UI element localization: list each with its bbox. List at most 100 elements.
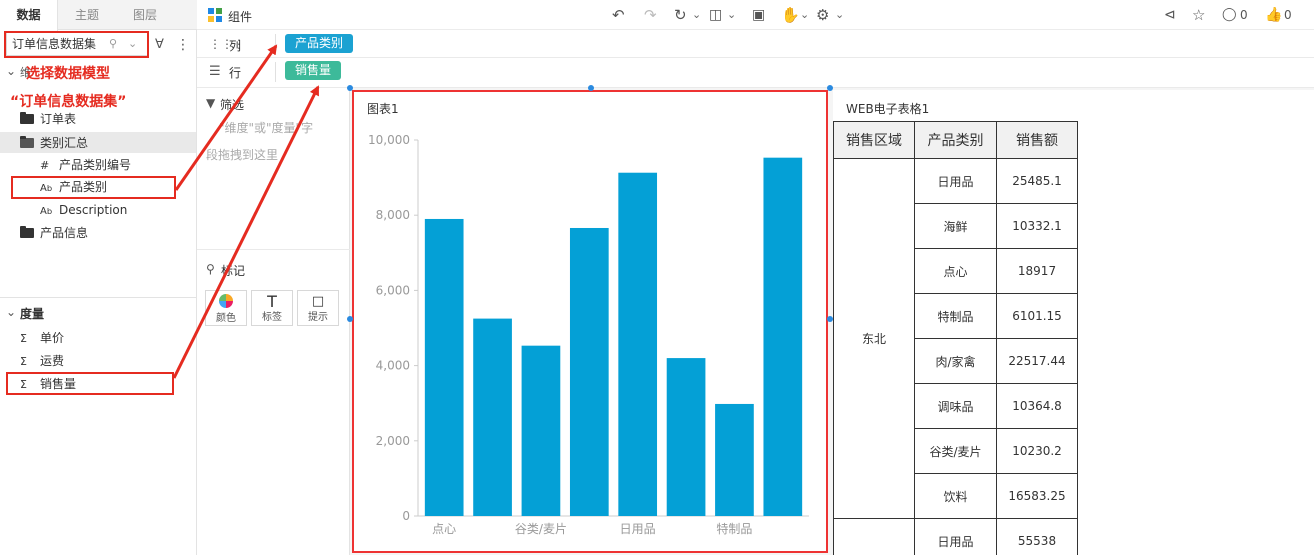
mark-color-button[interactable]: 颜色 [205, 290, 247, 326]
x-tick-label: 日用品 [620, 522, 656, 536]
amount-cell[interactable]: 10332.1 [996, 203, 1078, 249]
amount-cell[interactable]: 10364.8 [996, 383, 1078, 429]
like-icon[interactable]: 👍 [1265, 6, 1282, 24]
amount-cell[interactable]: 6101.15 [996, 293, 1078, 339]
tree-item-product-info[interactable]: 产品信息 [20, 224, 88, 242]
header-region[interactable]: 销售区域 [833, 121, 915, 159]
filter-hint-line1: "维度"或"度量"字 [219, 121, 314, 135]
folder-icon [20, 226, 34, 238]
annotation-select-model: 选择数据模型 [26, 66, 110, 82]
chevron-down-icon[interactable]: ⌄ [727, 8, 736, 22]
bar[interactable] [424, 218, 464, 516]
bar[interactable] [473, 318, 512, 516]
tree-item-label: 产品类别编号 [59, 158, 132, 172]
save-icon[interactable]: ◫ [709, 6, 722, 24]
undo-icon[interactable]: ↶ [612, 6, 625, 24]
bar[interactable] [763, 157, 803, 516]
share-icon[interactable]: ⊲ [1164, 6, 1176, 24]
highlight-category [11, 176, 176, 199]
category-cell[interactable]: 海鲜 [914, 203, 997, 249]
category-cell[interactable]: 调味品 [914, 383, 997, 429]
rows-pill-sales-qty[interactable]: 销售量 [285, 61, 342, 80]
y-tick-label: 0 [402, 509, 410, 523]
star-icon[interactable]: ☆ [1192, 6, 1205, 24]
tab-data[interactable]: 数据 [0, 0, 58, 31]
amount-cell[interactable]: 10230.2 [996, 428, 1078, 474]
tree-item-orders[interactable]: 订单表 [20, 110, 76, 128]
web-table-card[interactable]: WEB电子表格1 销售区域 产品类别 销售额 东北 日用品 25485.1 海鲜 103… [833, 90, 1314, 555]
components-label[interactable]: 组件 [228, 8, 252, 25]
comment-icon[interactable]: ◯ [1222, 6, 1237, 24]
text-icon: T [267, 292, 277, 311]
measures-title: 度量 [20, 307, 45, 321]
filter-fields-icon[interactable]: ∀ [155, 34, 164, 56]
bar[interactable] [666, 358, 706, 516]
category-cell[interactable]: 特制品 [914, 293, 997, 339]
bar[interactable] [715, 403, 754, 516]
region-cell[interactable] [833, 518, 915, 555]
header-category[interactable]: 产品类别 [914, 121, 997, 159]
tree-item-category-id[interactable]: # 产品类别编号 [40, 156, 131, 175]
amount-cell[interactable]: 16583.25 [996, 473, 1078, 519]
mark-tooltip-button[interactable]: □ 提示 [297, 290, 339, 326]
mark-label-label: 标签 [262, 312, 282, 323]
measure-toggle[interactable]: ⌄ [6, 303, 16, 321]
resize-handle-top-left[interactable] [347, 85, 353, 91]
chart-card[interactable]: 图表1 0 2,000 4,000 6,000 8,000 10,000 点心 谷类/麦片 日用… [352, 90, 828, 553]
region-cell[interactable]: 东北 [833, 158, 915, 519]
amount-cell[interactable]: 25485.1 [996, 158, 1078, 204]
tab-layers[interactable]: 图层 [116, 0, 174, 30]
refresh-icon[interactable]: ↻ [674, 6, 687, 24]
chevron-down-icon[interactable]: ⌄ [835, 8, 844, 22]
filter-hint-line2: 段拖拽到这里 [206, 148, 279, 162]
hand-icon[interactable]: ✋ [781, 6, 800, 24]
resize-handle-left[interactable] [347, 316, 353, 322]
redo-icon[interactable]: ↷ [644, 6, 657, 24]
bar[interactable] [521, 345, 561, 516]
header-amount[interactable]: 销售额 [996, 121, 1078, 159]
text-field-icon: Ab [40, 206, 53, 217]
components-icon[interactable] [208, 8, 222, 22]
bar[interactable] [569, 227, 609, 516]
gear-icon[interactable]: ⚙ [816, 6, 829, 24]
tab-theme[interactable]: 主题 [58, 0, 116, 30]
divider [275, 34, 276, 54]
amount-cell[interactable]: 55538 [996, 518, 1078, 555]
columns-pill-category[interactable]: 产品类别 [285, 34, 354, 53]
tooltip-icon: □ [311, 294, 325, 309]
y-tick-label: 4,000 [376, 359, 410, 373]
chevron-down-icon[interactable]: ⌄ [692, 8, 701, 22]
category-cell[interactable]: 日用品 [914, 518, 997, 555]
tree-item-description[interactable]: Ab Description [40, 201, 127, 221]
table-row: 东北 日用品 25485.1 [833, 158, 1078, 519]
category-cell[interactable]: 谷类/麦片 [914, 428, 997, 474]
category-cell[interactable]: 点心 [914, 248, 997, 294]
dimension-toggle[interactable]: ⌄ [6, 62, 16, 80]
chevron-down-icon[interactable]: ⌄ [800, 8, 809, 22]
highlight-dataset [4, 31, 149, 58]
tree-item-label: Description [59, 203, 128, 217]
comment-count: 0 [1240, 8, 1248, 22]
table-body: 东北 日用品 25485.1 海鲜 10332.1 点心 18917 特制品 6101.15 肉/… [833, 158, 1078, 555]
resize-handle-top[interactable] [588, 85, 594, 91]
amount-cell[interactable]: 18917 [996, 248, 1078, 294]
preview-icon[interactable]: ▣ [752, 6, 765, 24]
filter-title: 筛选 [220, 98, 245, 112]
measure-item-freight[interactable]: Σ 运费 [20, 352, 64, 371]
y-tick-label: 6,000 [376, 283, 410, 297]
mark-label-button[interactable]: T 标签 [251, 290, 293, 326]
measure-item-unit-price[interactable]: Σ 单价 [20, 329, 64, 348]
amount-cell[interactable]: 22517.44 [996, 338, 1078, 384]
bar[interactable] [618, 172, 658, 516]
category-cell[interactable]: 肉/家禽 [914, 338, 997, 384]
tree-item-label: 订单表 [40, 112, 77, 126]
app-root: 数据 主题 图层 订单信息数据集 ⚲ ⌄ ∀ ⋮ ⌄ 维 选择数据模型 “订单信… [0, 0, 1314, 555]
tree-item-category-summary[interactable]: 类别汇总 [20, 134, 88, 152]
sales-table[interactable]: 销售区域 产品类别 销售额 东北 日用品 25485.1 海鲜 10332.1 点心 189… [833, 121, 1078, 555]
more-options-icon[interactable]: ⋮ [176, 34, 190, 56]
folder-open-icon [20, 136, 34, 148]
category-cell[interactable]: 日用品 [914, 158, 997, 204]
bar-chart[interactable]: 0 2,000 4,000 6,000 8,000 10,000 点心 谷类/麦片 日用品 特制品 [354, 92, 826, 551]
sigma-icon: Σ [20, 332, 27, 345]
category-cell[interactable]: 饮料 [914, 473, 997, 519]
